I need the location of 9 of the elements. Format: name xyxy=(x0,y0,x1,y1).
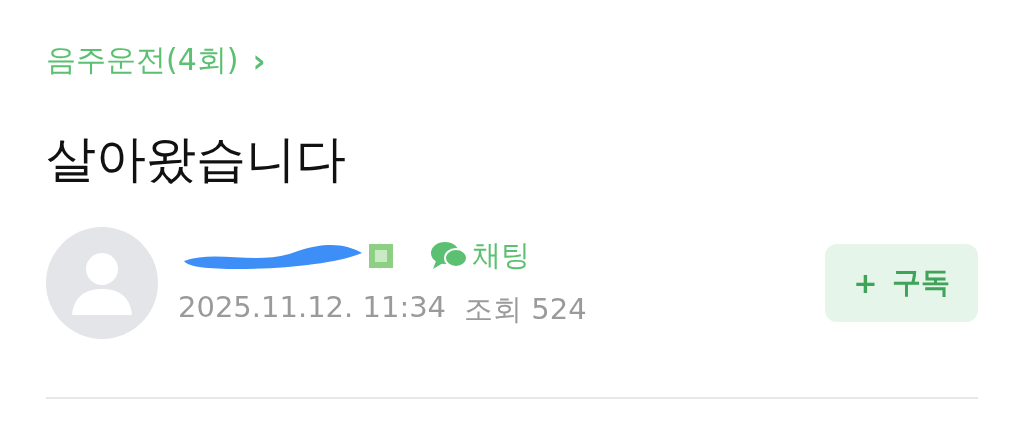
category-link[interactable]: 음주운전(4회) › xyxy=(46,40,266,81)
view-count: 조회 524 xyxy=(464,291,587,328)
chat-bubbles-icon xyxy=(430,241,468,271)
grade-badge-icon xyxy=(368,243,394,269)
post-date: 2025.11.12. 11:34 xyxy=(178,290,447,326)
avatar-icon xyxy=(46,227,158,339)
subscribe-button[interactable]: + 구독 xyxy=(825,244,978,322)
chat-link[interactable]: 채팅 xyxy=(430,236,530,276)
post-title: 살아왔습니다 xyxy=(46,129,347,189)
